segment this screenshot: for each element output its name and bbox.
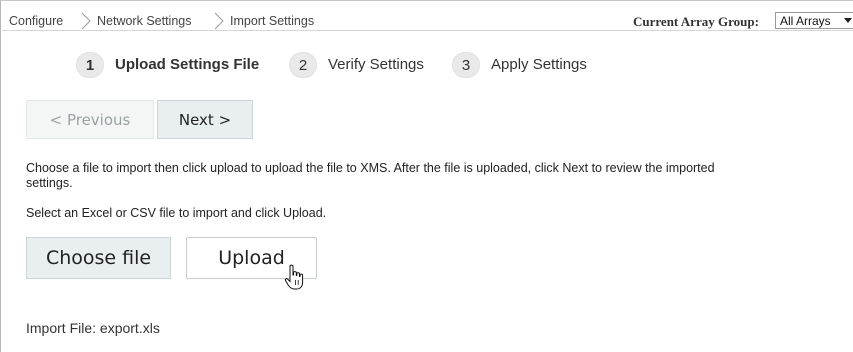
breadcrumb-bar: Configure Network Settings Import Settin… <box>2 12 853 31</box>
chevron-right-icon <box>214 12 224 30</box>
select-file-instruction: Select an Excel or CSV file to import an… <box>26 206 327 220</box>
previous-button[interactable]: < Previous <box>26 100 154 139</box>
step-1-label: Upload Settings File <box>115 56 260 73</box>
breadcrumb-import-settings: Import Settings <box>230 14 315 28</box>
step-1-number: 1 <box>76 52 104 78</box>
step-3-label: Apply Settings <box>491 56 587 73</box>
import-settings-panel: Configure Network Settings Import Settin… <box>0 0 853 352</box>
instruction-text-line1: Choose a file to import then click uploa… <box>26 161 715 175</box>
array-group-select[interactable]: All Arrays <box>775 12 853 29</box>
breadcrumb-network-settings[interactable]: Network Settings <box>97 14 191 28</box>
next-button[interactable]: Next > <box>157 100 253 139</box>
step-2-number: 2 <box>289 52 317 78</box>
step-2-label: Verify Settings <box>328 56 424 73</box>
array-group-value: All Arrays <box>780 14 831 28</box>
hand-pointer-icon <box>284 264 304 290</box>
chevron-right-icon <box>81 12 91 30</box>
instruction-text-line2: settings. <box>26 176 73 190</box>
array-group-label: Current Array Group: <box>633 14 759 29</box>
import-file-status: Import File: export.xls <box>26 320 160 336</box>
dropdown-arrow-icon <box>844 18 852 23</box>
breadcrumb-configure[interactable]: Configure <box>9 14 63 28</box>
step-3-number: 3 <box>452 52 480 78</box>
choose-file-button[interactable]: Choose file <box>26 237 171 279</box>
